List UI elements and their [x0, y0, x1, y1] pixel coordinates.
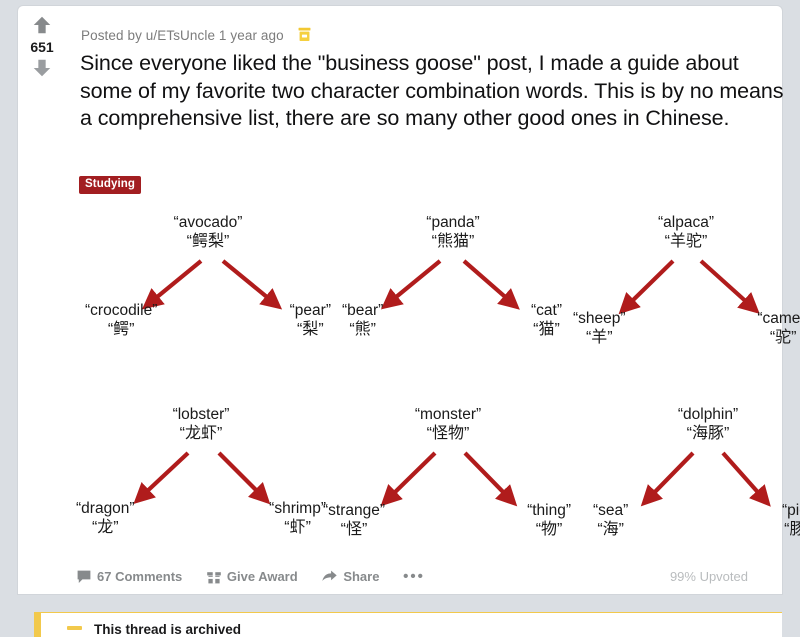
tree-node-right: “pear” “梨” — [290, 302, 331, 340]
node-label-en: “pig” — [781, 502, 800, 519]
post-action-bar: 67 Comments Give Award Share ••• — [76, 568, 445, 585]
node-label-zh: “鳄” — [107, 321, 135, 339]
tree-node-left: “bear” “熊” — [342, 302, 383, 340]
upvoted-percentage: 99% Upvoted — [669, 569, 748, 584]
node-label-zh: “海豚” — [686, 425, 730, 443]
comments-label: 67 Comments — [97, 568, 183, 584]
share-button[interactable]: Share — [321, 569, 379, 585]
tree-alpaca: “alpaca” “羊驼” “sheep” “羊” “camel” “驼” — [561, 214, 800, 374]
node-label-zh: “熊” — [349, 321, 377, 339]
node-label-en: “alpaca” — [658, 214, 714, 231]
more-options-button[interactable]: ••• — [403, 568, 425, 585]
node-label-zh: “虾” — [284, 519, 311, 537]
tree-node-left: “crocodile” “鳄” — [85, 302, 157, 340]
node-label-zh: “梨” — [296, 321, 324, 339]
node-label-en: “strange” — [323, 502, 386, 519]
node-label-zh: “猫” — [533, 321, 560, 339]
tree-lobster: “lobster” “龙虾” “dragon” “龙” “shrimp” “虾” — [76, 406, 326, 566]
gift-icon — [207, 570, 221, 583]
vote-column: 651 — [18, 14, 66, 79]
node-label-zh: “羊” — [585, 329, 613, 347]
tree-node-right: “shrimp” “虾” — [269, 500, 326, 538]
tree-panda: “panda” “熊猫” “bear” “熊” “cat” “猫” — [328, 214, 578, 374]
tree-node-parent: “avocado” “鳄梨” — [174, 214, 243, 252]
tree-node-left: “sea” “海” — [593, 502, 628, 540]
node-label-en: “thing” — [527, 502, 571, 519]
tree-node-right: “thing” “物” — [527, 502, 571, 540]
tree-node-right: “camel” “驼” — [757, 310, 800, 348]
tree-node-left: “sheep” “羊” — [573, 310, 626, 348]
node-label-zh: “羊驼” — [664, 233, 708, 251]
comment-bubble-icon — [77, 570, 91, 583]
node-label-en: “pear” — [289, 302, 331, 319]
tree-node-parent: “dolphin” “海豚” — [678, 406, 738, 444]
node-label-en: “bear” — [342, 302, 384, 319]
tree-node-parent: “panda” “熊猫” — [426, 214, 479, 252]
node-label-zh: “海” — [597, 521, 624, 539]
node-label-zh: “驼” — [769, 329, 797, 347]
give-award-label: Give Award — [226, 568, 298, 584]
post-title[interactable]: Since everyone liked the "business goose… — [80, 50, 786, 133]
archive-box-icon — [67, 626, 82, 630]
tree-node-left: “dragon” “龙” — [76, 500, 135, 538]
tree-node-parent: “monster” “怪物” — [415, 406, 481, 444]
node-label-zh: “鳄梨” — [186, 233, 230, 251]
share-label: Share — [343, 568, 380, 584]
tree-avocado: “avocado” “鳄梨” “crocodile” “鳄” “pear” “梨… — [83, 214, 333, 374]
node-label-zh: “豚” — [784, 521, 800, 539]
node-label-zh: “龙虾” — [179, 425, 223, 443]
node-label-en: “sea” — [593, 502, 629, 519]
node-label-en: “sheep” — [573, 310, 626, 327]
archived-text: This thread is archived — [94, 622, 242, 637]
node-label-en: “dragon” — [76, 500, 135, 517]
node-label-zh: “怪” — [340, 521, 368, 539]
node-label-en: “dolphin” — [677, 406, 739, 423]
node-label-zh: “熊猫” — [431, 233, 475, 251]
node-label-en: “panda” — [426, 214, 480, 231]
award-icon[interactable] — [296, 26, 313, 44]
word-breakdown-diagram: “avocado” “鳄梨” “crocodile” “鳄” “pear” “梨… — [38, 206, 800, 561]
tree-node-right: “cat” “猫” — [531, 302, 562, 340]
node-label-en: “lobster” — [172, 406, 230, 423]
post-flair[interactable]: Studying — [79, 176, 141, 194]
post-meta-text[interactable]: Posted by u/ETsUncle 1 year ago — [81, 28, 284, 43]
node-label-en: “monster” — [414, 406, 482, 423]
post-meta: Posted by u/ETsUncle 1 year ago — [81, 26, 313, 44]
archived-banner: This thread is archived — [34, 612, 782, 637]
page-root: 651 Posted by u/ETsUncle 1 year ago Sinc… — [0, 0, 800, 637]
node-label-zh: “龙” — [91, 519, 119, 537]
tree-node-left: “strange” “怪” — [323, 502, 385, 540]
node-label-en: “avocado” — [173, 214, 243, 231]
tree-node-parent: “alpaca” “羊驼” — [658, 214, 714, 252]
share-arrow-icon — [322, 570, 338, 581]
comments-button[interactable]: 67 Comments — [76, 569, 182, 585]
node-label-en: “shrimp” — [269, 500, 326, 517]
post-card: 651 Posted by u/ETsUncle 1 year ago Sinc… — [18, 6, 800, 594]
tree-dolphin: “dolphin” “海豚” “sea” “海” “pig” “豚” — [583, 406, 800, 566]
node-label-en: “camel” — [757, 310, 800, 327]
post-score: 651 — [30, 39, 54, 55]
arrow-up-icon[interactable] — [31, 14, 53, 36]
node-label-en: “crocodile” — [85, 302, 158, 319]
arrow-down-icon[interactable] — [31, 57, 53, 79]
node-label-en: “cat” — [531, 302, 562, 319]
tree-node-right: “pig” “豚” — [782, 502, 800, 540]
tree-node-parent: “lobster” “龙虾” — [173, 406, 230, 444]
node-label-zh: “怪物” — [426, 425, 470, 443]
tree-monster: “monster” “怪物” “strange” “怪” “thing” “物” — [323, 406, 573, 566]
give-award-button[interactable]: Give Award — [206, 569, 298, 585]
node-label-zh: “物” — [535, 521, 563, 539]
